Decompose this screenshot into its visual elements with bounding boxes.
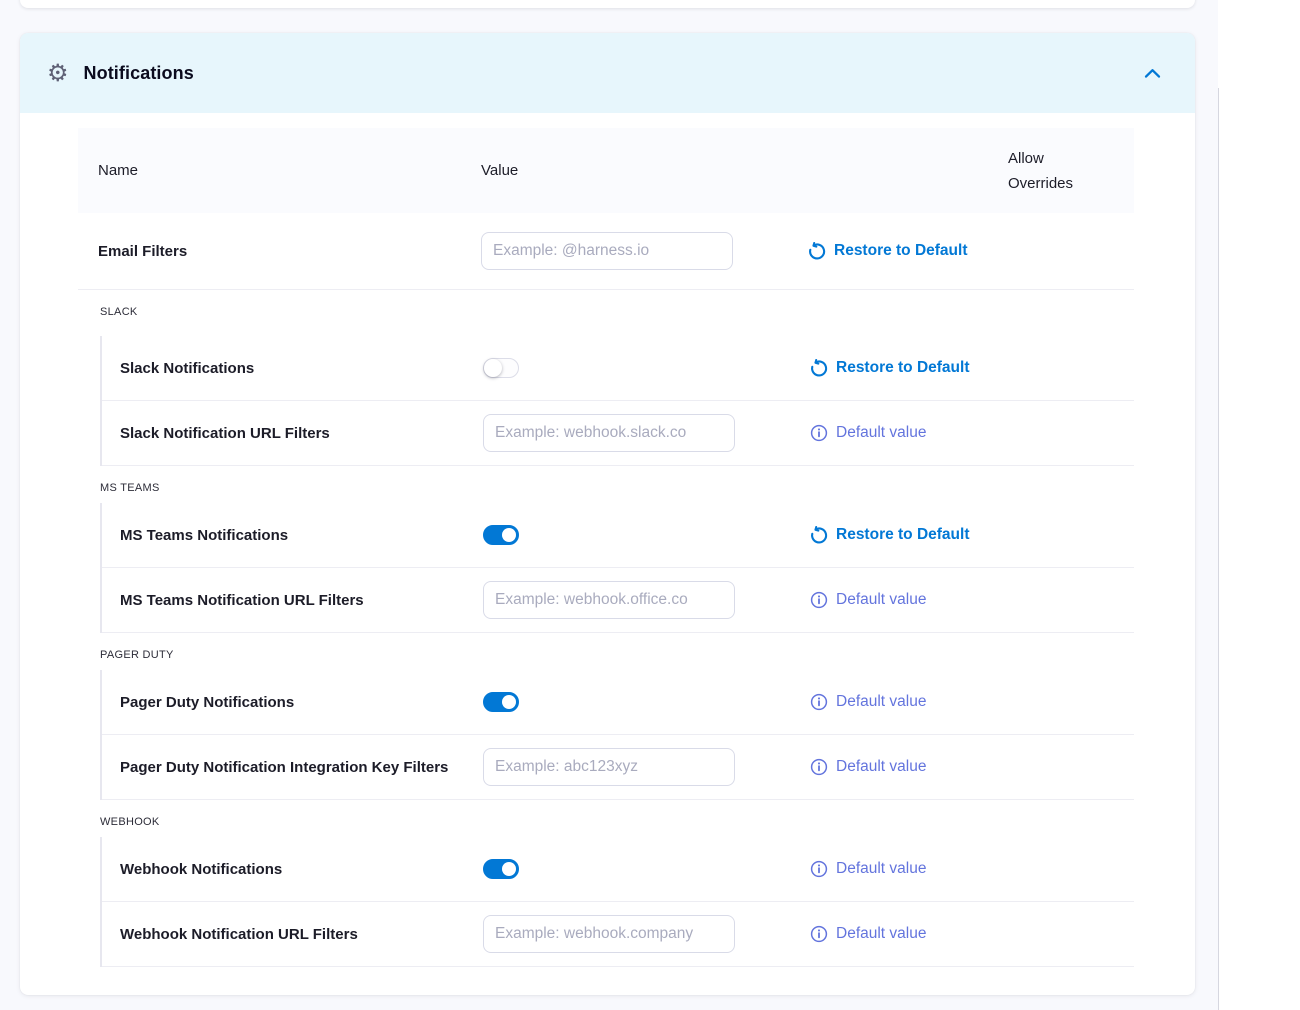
notifications-settings-card: ⚙ Notifications Name Value Allow Overrid… — [20, 33, 1195, 995]
pager-duty-notifications-toggle[interactable] — [483, 692, 519, 712]
setting-label: Webhook Notification URL Filters — [102, 926, 483, 943]
restore-to-default-link[interactable]: Restore to Default — [810, 359, 1010, 377]
email-filters-input[interactable] — [481, 232, 733, 270]
info-icon — [810, 860, 828, 878]
info-icon — [810, 693, 828, 711]
setting-label: Slack Notifications — [102, 360, 483, 377]
column-header-allow-overrides: Allow Overrides — [1008, 146, 1134, 196]
slack-notifications-toggle[interactable] — [483, 358, 519, 378]
group-label-ms-teams: MS TEAMS — [78, 466, 1134, 503]
pager-duty-key-filters-input[interactable] — [483, 748, 735, 786]
info-icon — [810, 591, 828, 609]
info-icon — [810, 424, 828, 442]
ms-teams-notifications-toggle[interactable] — [483, 525, 519, 545]
setting-label: Pager Duty Notifications — [102, 694, 483, 711]
setting-label: MS Teams Notification URL Filters — [102, 592, 483, 609]
webhook-url-filters-input[interactable] — [483, 915, 735, 953]
group-ms-teams: MS Teams Notifications Restore to Defaul… — [100, 503, 1134, 633]
setting-row-slack-url-filters: Slack Notification URL Filters Default v… — [102, 401, 1134, 466]
info-icon — [810, 758, 828, 776]
group-label-pager-duty: PAGER DUTY — [78, 633, 1134, 670]
notifications-section-header[interactable]: ⚙ Notifications — [20, 33, 1195, 113]
panel-divider — [1218, 88, 1219, 1010]
default-value-indicator[interactable]: Default value — [810, 591, 1010, 609]
default-value-indicator[interactable]: Default value — [810, 925, 1010, 943]
setting-label: Pager Duty Notification Integration Key … — [102, 759, 483, 776]
group-label-slack: SLACK — [78, 290, 1134, 336]
restore-to-default-link[interactable]: Restore to Default — [808, 242, 1008, 260]
column-header-value: Value — [481, 162, 808, 179]
restore-icon — [810, 526, 828, 544]
setting-row-pager-duty-notifications: Pager Duty Notifications Default value — [102, 670, 1134, 735]
setting-label: Webhook Notifications — [102, 861, 483, 878]
section-title: Notifications — [84, 63, 1140, 84]
slack-url-filters-input[interactable] — [483, 414, 735, 452]
toggle-knob — [502, 862, 516, 876]
gear-icon: ⚙ — [47, 61, 69, 85]
previous-card-edge — [20, 0, 1195, 8]
info-icon — [810, 925, 828, 943]
setting-row-slack-notifications: Slack Notifications Restore to Default — [102, 336, 1134, 401]
collapse-section-button[interactable] — [1140, 64, 1165, 83]
chevron-up-icon — [1144, 68, 1161, 79]
restore-to-default-link[interactable]: Restore to Default — [810, 526, 1010, 544]
restore-icon — [810, 359, 828, 377]
setting-label: Slack Notification URL Filters — [102, 425, 483, 442]
webhook-notifications-toggle[interactable] — [483, 859, 519, 879]
group-webhook: Webhook Notifications Default value Webh… — [100, 837, 1134, 967]
setting-row-webhook-notifications: Webhook Notifications Default value — [102, 837, 1134, 902]
column-header-name: Name — [78, 162, 481, 179]
group-slack: Slack Notifications Restore to Default S… — [100, 336, 1134, 466]
toggle-knob — [484, 359, 502, 377]
toggle-knob — [502, 695, 516, 709]
default-value-indicator[interactable]: Default value — [810, 424, 1010, 442]
setting-label: MS Teams Notifications — [102, 527, 483, 544]
default-value-indicator[interactable]: Default value — [810, 693, 1010, 711]
setting-row-ms-teams-notifications: MS Teams Notifications Restore to Defaul… — [102, 503, 1134, 568]
setting-row-email-filters: Email Filters Restore to Default — [78, 213, 1134, 290]
group-label-webhook: WEBHOOK — [78, 800, 1134, 837]
table-header-row: Name Value Allow Overrides — [78, 128, 1134, 213]
toggle-knob — [502, 528, 516, 542]
settings-table: Name Value Allow Overrides Email Filters… — [78, 128, 1134, 967]
default-value-indicator[interactable]: Default value — [810, 758, 1010, 776]
restore-icon — [808, 242, 826, 260]
setting-row-ms-teams-url-filters: MS Teams Notification URL Filters Defaul… — [102, 568, 1134, 633]
default-value-indicator[interactable]: Default value — [810, 860, 1010, 878]
ms-teams-url-filters-input[interactable] — [483, 581, 735, 619]
group-pager-duty: Pager Duty Notifications Default value P… — [100, 670, 1134, 800]
setting-label: Email Filters — [78, 243, 481, 260]
setting-row-webhook-url-filters: Webhook Notification URL Filters Default… — [102, 902, 1134, 967]
right-panel — [1218, 0, 1300, 1010]
setting-row-pager-duty-key-filters: Pager Duty Notification Integration Key … — [102, 735, 1134, 800]
